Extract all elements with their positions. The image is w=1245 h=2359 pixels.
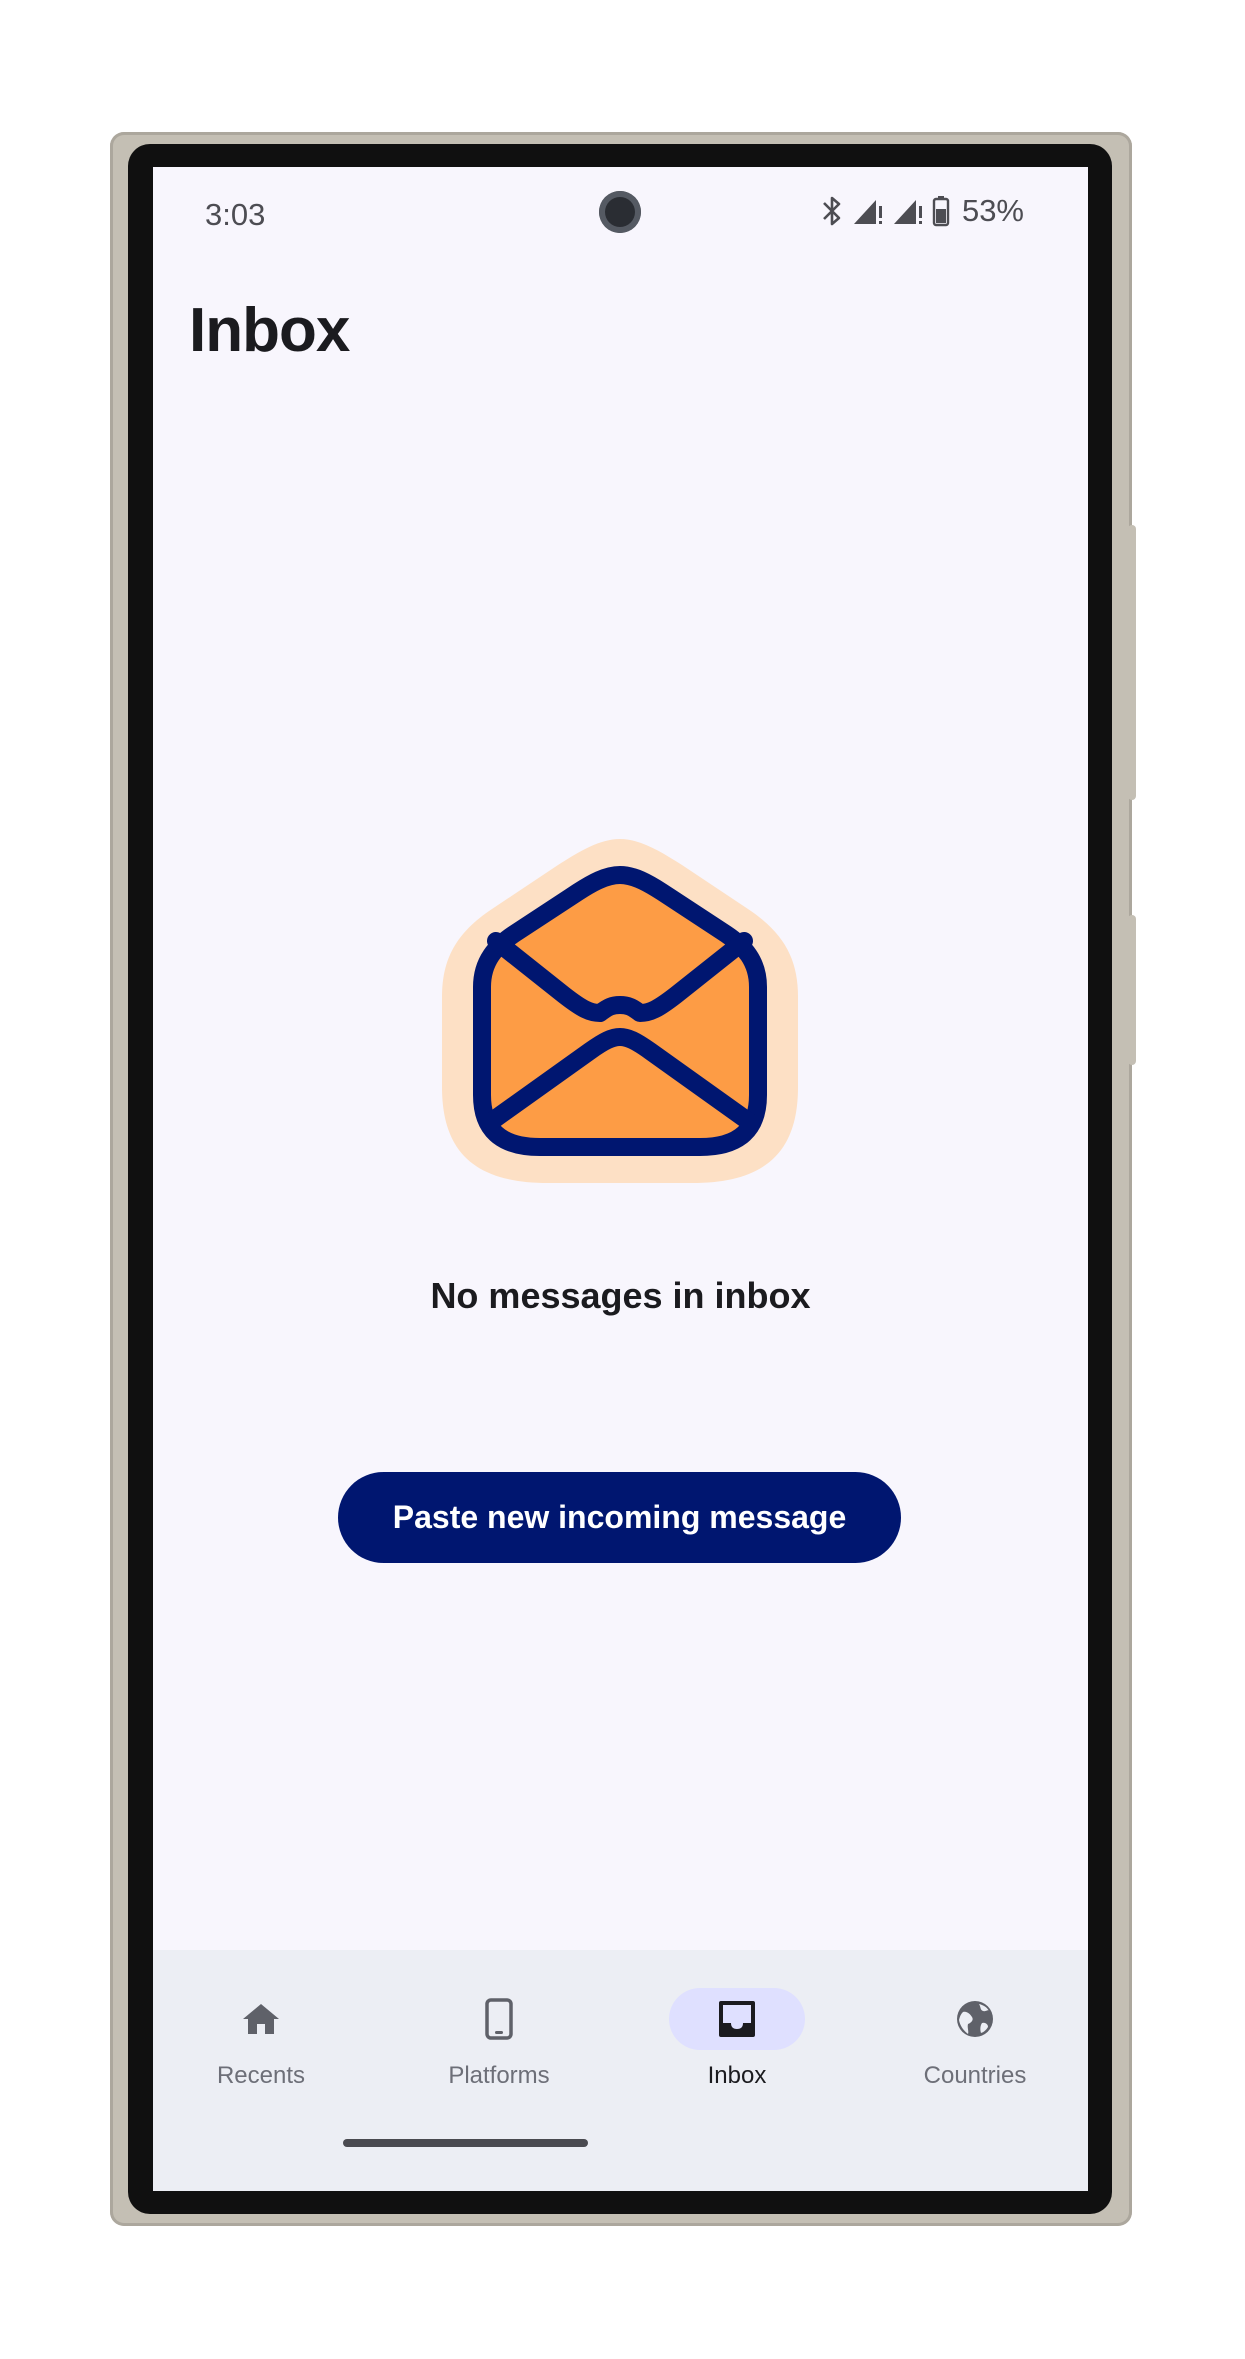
nav-label-countries: Countries xyxy=(923,2062,1027,2089)
bottom-navigation: Recents Platforms Inbox Countries xyxy=(153,1950,1088,2191)
front-camera xyxy=(599,191,641,233)
empty-state-message: No messages in inbox xyxy=(430,1275,811,1316)
globe-icon xyxy=(957,2001,993,2037)
status-bar: 3:03 53% xyxy=(153,167,1088,257)
battery-percentage: 53% xyxy=(961,193,1024,228)
nav-item-platforms[interactable]: Platforms xyxy=(399,1988,599,2108)
nav-item-recents[interactable]: Recents xyxy=(161,1988,361,2108)
nav-pill-active xyxy=(669,1988,805,2050)
signal-icon xyxy=(853,200,882,224)
page-title: Inbox xyxy=(189,296,350,365)
nav-pill xyxy=(431,1988,567,2050)
nav-label-platforms: Platforms xyxy=(448,2062,550,2089)
inbox-icon xyxy=(719,2001,755,2037)
nav-pill xyxy=(907,1988,1043,2050)
power-button xyxy=(1128,525,1136,800)
nav-pill xyxy=(193,1988,329,2050)
signal-icon xyxy=(893,200,922,224)
nav-label-recents: Recents xyxy=(216,2062,306,2089)
open-envelope-icon xyxy=(442,839,798,1183)
phone-icon xyxy=(485,1998,513,2040)
home-indicator[interactable] xyxy=(343,2139,588,2147)
nav-item-countries[interactable]: Countries xyxy=(875,1988,1075,2108)
paste-message-button[interactable]: Paste new incoming message xyxy=(338,1472,901,1563)
nav-label-inbox: Inbox xyxy=(707,2062,767,2089)
status-time: 3:03 xyxy=(205,197,266,232)
volume-button xyxy=(1128,915,1136,1065)
screen: 3:03 53% Inbox No messages in inbox Past… xyxy=(153,167,1088,2191)
status-icons: 53% xyxy=(820,193,1024,229)
home-icon xyxy=(243,2004,279,2034)
battery-icon xyxy=(932,196,950,227)
nav-item-inbox[interactable]: Inbox xyxy=(637,1988,837,2108)
bluetooth-icon xyxy=(823,196,841,226)
